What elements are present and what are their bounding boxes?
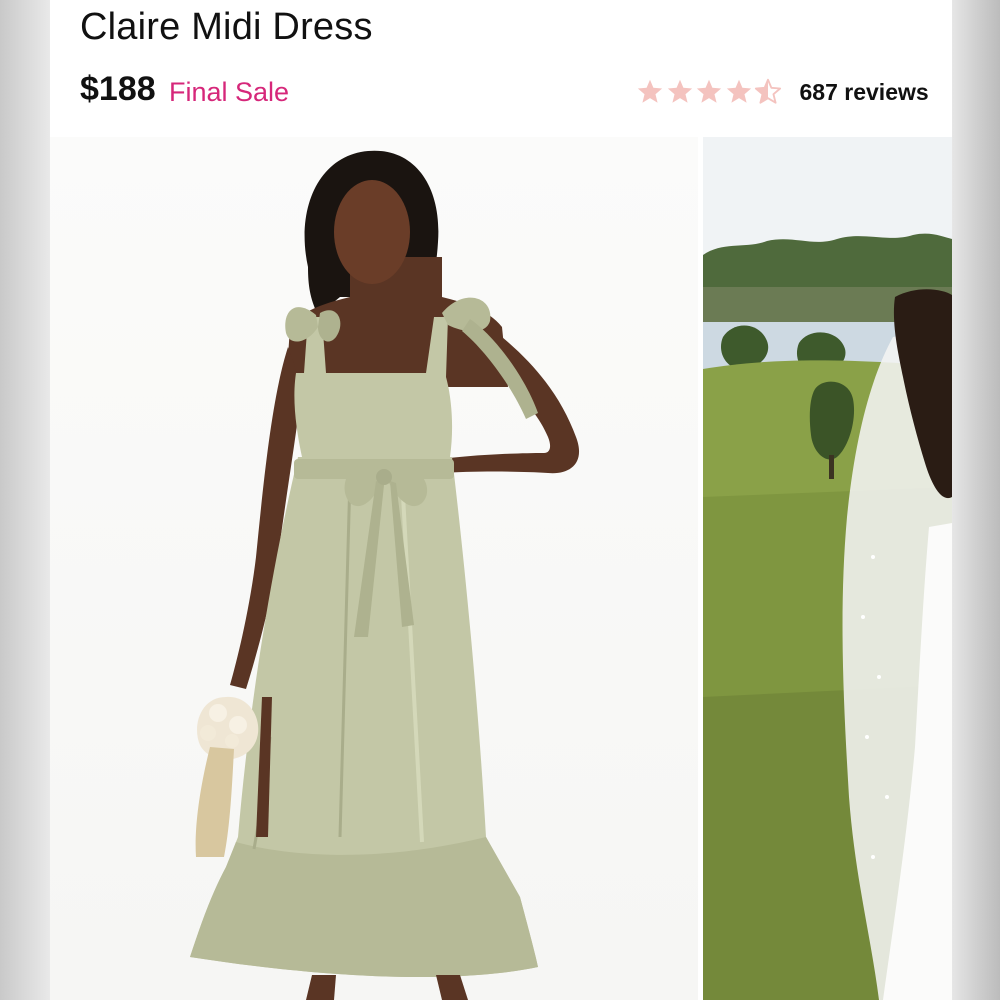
product-title: Claire Midi Dress (80, 6, 373, 48)
product-header: Claire Midi Dress $188 Final Sale 687 re… (50, 0, 952, 137)
right-edge (952, 0, 1000, 1000)
product-price: $188 (80, 70, 156, 108)
rating-stars (636, 78, 784, 106)
left-edge (0, 0, 50, 1000)
reviews-link[interactable]: 687 reviews (800, 79, 929, 106)
star-icon (637, 79, 663, 103)
bride-field-photo[interactable] (703, 137, 952, 1000)
star-half-icon (754, 78, 782, 104)
final-sale-label: Final Sale (169, 77, 290, 107)
product-panel: Claire Midi Dress $188 Final Sale 687 re… (50, 0, 952, 1000)
model-front-photo[interactable] (50, 137, 698, 1000)
image-gallery[interactable] (50, 137, 952, 1000)
star-icon (726, 79, 751, 103)
rating-summary[interactable]: 687 reviews (636, 76, 929, 108)
star-icon (667, 79, 692, 103)
star-icon (696, 79, 722, 103)
